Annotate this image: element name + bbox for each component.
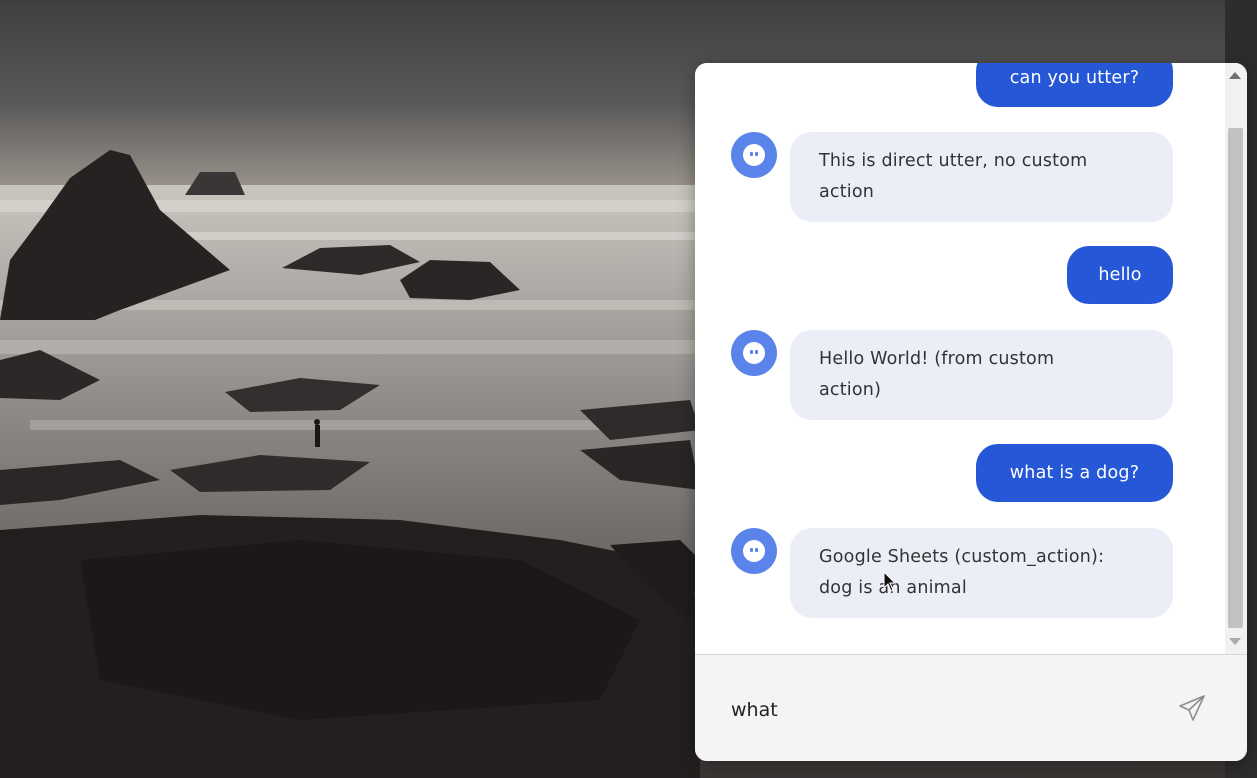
message-list[interactable]: can you utter? This is direct utter, no …	[695, 63, 1247, 654]
bot-message-line: dog is an animal	[819, 578, 967, 598]
bot-message: Hello World! (from custom action)	[790, 330, 1173, 420]
scroll-up-icon[interactable]	[1229, 72, 1241, 79]
scroll-down-icon[interactable]	[1229, 638, 1241, 645]
mouse-cursor-icon	[883, 571, 897, 592]
bot-message-line: Google Sheets (custom_action):	[819, 547, 1105, 567]
scrollbar-thumb[interactable]	[1228, 128, 1243, 628]
user-message: what is a dog?	[976, 444, 1173, 502]
message-input[interactable]	[729, 689, 1163, 731]
paper-plane-icon	[1179, 695, 1205, 721]
bot-message: Google Sheets (custom_action): dog is an…	[790, 528, 1173, 618]
bot-avatar-icon	[731, 330, 777, 376]
bot-message-line: action	[819, 182, 875, 202]
composer	[695, 655, 1247, 761]
user-message: can you utter?	[976, 63, 1173, 107]
scrollbar[interactable]	[1225, 63, 1247, 654]
bot-message-line: action)	[819, 380, 882, 400]
bot-message: This is direct utter, no custom action	[790, 132, 1173, 222]
bot-avatar-icon	[731, 132, 777, 178]
chat-widget: can you utter? This is direct utter, no …	[695, 63, 1247, 761]
send-button[interactable]	[1175, 693, 1209, 725]
bot-message-line: This is direct utter, no custom	[819, 151, 1088, 171]
bot-avatar-icon	[731, 528, 777, 574]
user-message: hello	[1067, 246, 1173, 304]
bot-message-line: Hello World! (from custom	[819, 349, 1055, 369]
